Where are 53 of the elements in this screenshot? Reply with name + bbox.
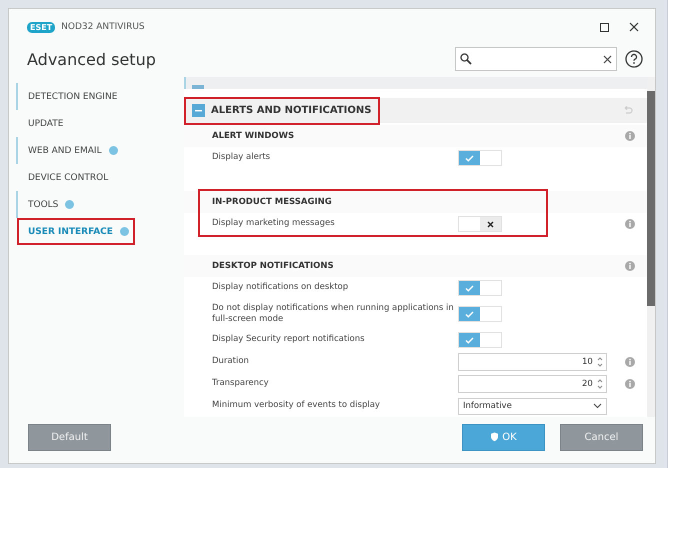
info-icon[interactable] [625, 379, 635, 389]
setting-label: Minimum verbosity of events to display [212, 400, 381, 412]
maximize-button[interactable] [597, 20, 611, 34]
section-header[interactable]: ALERTS AND NOTIFICATIONS [184, 98, 647, 123]
page-title: Advanced setup [27, 50, 157, 68]
checkmark-icon [464, 284, 474, 292]
checkmark-icon [464, 336, 474, 344]
setting-label: Display alerts [212, 152, 272, 164]
sidebar-item[interactable]: WEB AND EMAIL [16, 137, 176, 164]
collapse-icon[interactable] [192, 104, 205, 117]
toggle-switch[interactable] [458, 216, 502, 232]
dropdown-select[interactable]: Informative [458, 398, 607, 414]
search-field[interactable] [455, 47, 617, 71]
brand-logo: ESET [27, 22, 56, 32]
search-icon [460, 53, 472, 65]
toggle-switch[interactable] [458, 150, 502, 166]
help-icon[interactable] [625, 50, 643, 68]
info-icon[interactable] [625, 261, 635, 271]
info-icon[interactable] [625, 357, 635, 367]
checkmark-icon [464, 154, 474, 162]
info-icon[interactable] [625, 219, 635, 229]
group-title: ALERT WINDOWS [212, 131, 294, 141]
setting-label: Display notifications on desktop [212, 282, 350, 294]
checkmark-icon [464, 310, 474, 318]
sidebar-item[interactable]: UPDATE [16, 110, 176, 137]
section-title: ALERTS AND NOTIFICATIONS [211, 104, 372, 116]
sidebar-item[interactable]: USER INTERFACE [17, 218, 135, 245]
shield-icon [490, 432, 500, 442]
scrollbar[interactable] [647, 77, 655, 417]
toggle-switch[interactable] [458, 306, 502, 322]
sidebar-item[interactable]: TOOLS [16, 191, 176, 218]
setting-label: Transparency [212, 378, 270, 390]
group-title: IN-PRODUCT MESSAGING [212, 197, 332, 207]
setting-label: Duration [212, 356, 250, 368]
clear-icon[interactable] [603, 54, 612, 64]
toggle-switch[interactable] [458, 280, 502, 296]
product-name: NOD32 ANTIVIRUS [61, 22, 146, 32]
setting-label: Do not display notifications when running applications in full-screen mode [212, 302, 455, 326]
spinner-arrows-icon[interactable] [596, 378, 603, 390]
spinner-arrows-icon[interactable] [596, 356, 603, 368]
number-field[interactable]: 10 [458, 353, 607, 371]
undo-icon[interactable] [623, 106, 633, 115]
sidebar-item[interactable]: DEVICE CONTROL [16, 164, 176, 191]
cross-icon [486, 220, 494, 228]
close-button[interactable] [627, 20, 641, 34]
group-title: DESKTOP NOTIFICATIONS [212, 261, 334, 271]
info-icon[interactable] [625, 131, 635, 141]
setting-label: Display Security report notifications [212, 334, 366, 346]
toggle-switch[interactable] [458, 332, 502, 348]
number-field[interactable]: 20 [458, 375, 607, 393]
setting-label: Display marketing messages [212, 218, 336, 230]
chevron-down-icon [592, 403, 602, 409]
sidebar-item[interactable]: DETECTION ENGINE [16, 83, 176, 110]
